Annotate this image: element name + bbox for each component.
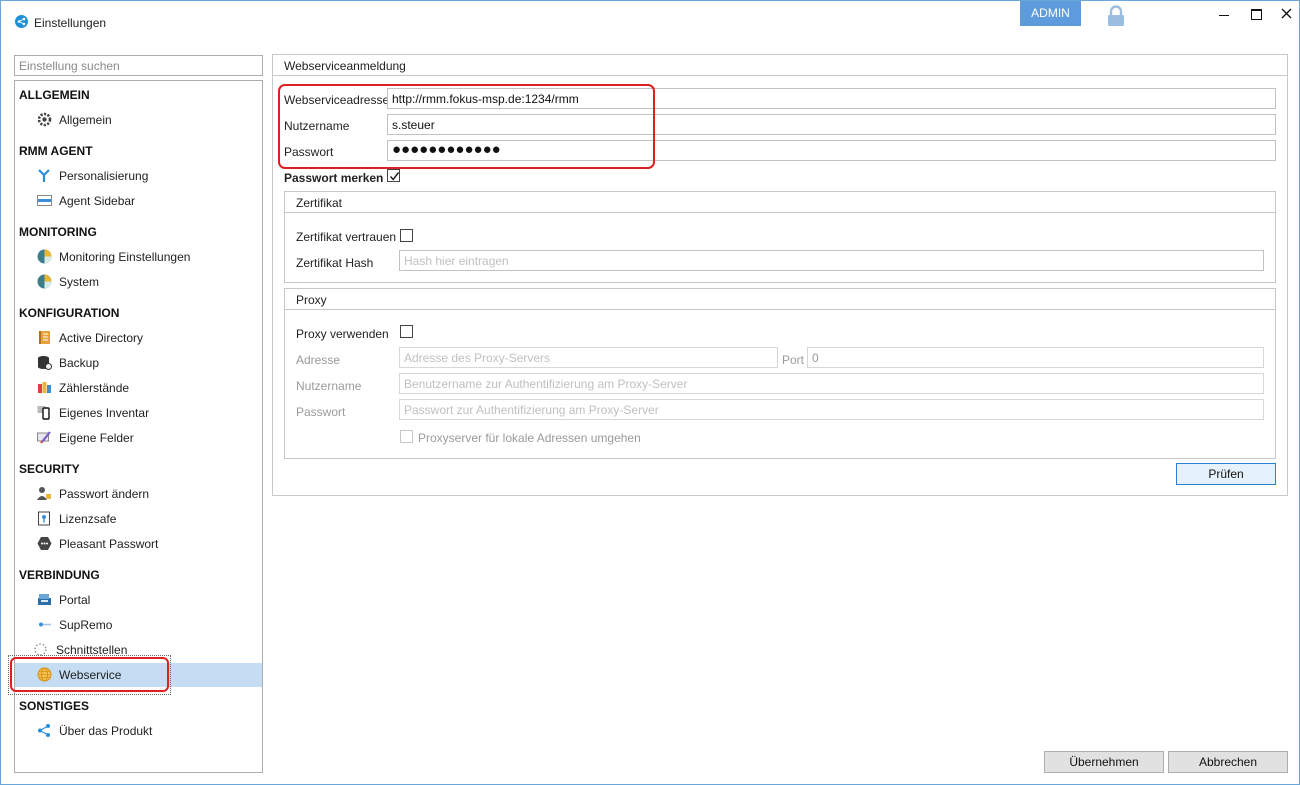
sidebar-item-eigenes-inventar[interactable]: Eigenes Inventar bbox=[15, 401, 262, 425]
section-verbindung: VERBINDUNG bbox=[19, 568, 100, 582]
section-sonstiges: SONSTIGES bbox=[19, 699, 90, 713]
sidebar-item-supremo[interactable]: SupRemo bbox=[15, 613, 262, 637]
proxy-port-label: Port bbox=[782, 353, 805, 367]
app-share-icon bbox=[15, 15, 28, 28]
sidebar-item-label: Eigenes Inventar bbox=[59, 406, 150, 420]
maximize-button[interactable] bbox=[1246, 6, 1266, 22]
proxy-username-label: Nutzername bbox=[296, 379, 362, 393]
device-icon bbox=[37, 405, 52, 420]
section-rmm-agent: RMM AGENT bbox=[19, 144, 93, 158]
portal-icon bbox=[37, 592, 52, 607]
database-icon bbox=[37, 355, 52, 370]
section-monitoring: MONITORING bbox=[19, 225, 97, 239]
proxy-address-input[interactable] bbox=[399, 347, 778, 368]
system-icon bbox=[37, 274, 52, 289]
sidebar-icon bbox=[37, 193, 52, 208]
trust-certificate-checkbox[interactable] bbox=[400, 229, 413, 242]
remember-password-label: Passwort merken bbox=[284, 171, 384, 185]
trust-certificate-label: Zertifikat vertrauen bbox=[296, 230, 397, 244]
proxy-address-label: Adresse bbox=[296, 353, 341, 367]
sidebar-item-ueber-das-produkt[interactable]: Über das Produkt bbox=[15, 719, 262, 743]
certificate-hash-label: Zertifikat Hash bbox=[296, 256, 374, 270]
section-security: SECURITY bbox=[19, 462, 80, 476]
certificate-group-title: Zertifikat bbox=[285, 192, 1275, 213]
proxy-password-label: Passwort bbox=[296, 405, 346, 419]
sidebar-item-allgemein[interactable]: Allgemein bbox=[15, 108, 262, 132]
share-icon bbox=[37, 723, 52, 738]
sidebar-item-pleasant-passwort[interactable]: Pleasant Passwort bbox=[15, 532, 262, 556]
check-button[interactable]: Prüfen bbox=[1176, 463, 1276, 485]
section-konfiguration: KONFIGURATION bbox=[19, 306, 120, 320]
sidebar-item-label: Über das Produkt bbox=[59, 724, 153, 738]
sidebar-item-label: Lizenzsafe bbox=[59, 512, 117, 526]
sidebar-item-portal[interactable]: Portal bbox=[15, 588, 262, 612]
pleasant-icon bbox=[37, 536, 52, 551]
use-proxy-checkbox[interactable] bbox=[400, 325, 413, 338]
sidebar-item-label: Agent Sidebar bbox=[59, 194, 136, 208]
remember-password-checkbox[interactable] bbox=[387, 169, 400, 182]
remote-icon bbox=[37, 617, 52, 632]
gear-icon bbox=[37, 112, 52, 127]
sidebar-item-label: Eigene Felder bbox=[59, 431, 134, 445]
close-button[interactable] bbox=[1277, 6, 1297, 22]
sidebar-item-personalisierung[interactable]: Personalisierung bbox=[15, 164, 262, 188]
brush-icon bbox=[37, 168, 52, 183]
use-proxy-label: Proxy verwenden bbox=[296, 327, 389, 341]
sidebar-item-zaehlerstaende[interactable]: Zählerstände bbox=[15, 376, 262, 400]
sidebar-item-label: Personalisierung bbox=[59, 169, 149, 183]
sidebar-item-passwort-aendern[interactable]: Passwort ändern bbox=[15, 482, 262, 506]
sidebar-item-label: Backup bbox=[59, 356, 100, 370]
sidebar-item-active-directory[interactable]: Active Directory bbox=[15, 326, 262, 350]
sidebar-item-label: Portal bbox=[59, 593, 91, 607]
proxy-bypass-local-checkbox[interactable] bbox=[400, 430, 413, 443]
settings-search-input[interactable] bbox=[14, 55, 263, 76]
sidebar-item-lizenzsafe[interactable]: Lizenzsafe bbox=[15, 507, 262, 531]
credentials-highlight-annotation bbox=[278, 84, 655, 169]
license-icon bbox=[37, 511, 52, 526]
proxy-port-input[interactable] bbox=[807, 347, 1264, 368]
user-key-icon bbox=[37, 486, 52, 501]
proxy-bypass-local-label: Proxyserver für lokale Adressen umgehen bbox=[418, 431, 641, 445]
edit-icon bbox=[37, 430, 52, 445]
sidebar-item-agent-sidebar[interactable]: Agent Sidebar bbox=[15, 189, 262, 213]
sidebar-item-eigene-felder[interactable]: Eigene Felder bbox=[15, 426, 262, 450]
sidebar-item-label: System bbox=[59, 275, 100, 289]
sidebar-item-system[interactable]: System bbox=[15, 270, 262, 294]
admin-badge[interactable]: ADMIN bbox=[1020, 1, 1081, 26]
proxy-group-title: Proxy bbox=[285, 289, 1275, 310]
counter-icon bbox=[37, 380, 52, 395]
section-allgemein: ALLGEMEIN bbox=[19, 88, 90, 102]
sidebar-item-label: Allgemein bbox=[59, 113, 112, 127]
sidebar-item-backup[interactable]: Backup bbox=[15, 351, 262, 375]
lock-icon[interactable] bbox=[1106, 5, 1126, 27]
proxy-password-input[interactable] bbox=[399, 399, 1264, 420]
sidebar-item-label: Active Directory bbox=[59, 331, 144, 345]
certificate-hash-input[interactable] bbox=[399, 250, 1264, 271]
sidebar-item-monitoring-einstellungen[interactable]: Monitoring Einstellungen bbox=[15, 245, 262, 269]
sidebar-item-label: Pleasant Passwort bbox=[59, 537, 159, 551]
monitoring-icon bbox=[37, 249, 52, 264]
sidebar-item-label: Passwort ändern bbox=[59, 487, 150, 501]
settings-window: Einstellungen ADMIN ALLGEMEIN Allgemein … bbox=[0, 0, 1300, 785]
cancel-button[interactable]: Abbrechen bbox=[1168, 751, 1288, 773]
title-bar: Einstellungen ADMIN bbox=[1, 1, 1299, 43]
apply-button[interactable]: Übernehmen bbox=[1044, 751, 1164, 773]
minimize-button[interactable] bbox=[1214, 6, 1234, 22]
group-title: Webserviceanmeldung bbox=[273, 55, 1287, 76]
sidebar-item-label: SupRemo bbox=[59, 618, 113, 632]
sidebar-item-label: Zählerstände bbox=[59, 381, 130, 395]
window-title: Einstellungen bbox=[34, 16, 107, 30]
sidebar-item-label: Monitoring Einstellungen bbox=[59, 250, 191, 264]
directory-icon bbox=[37, 330, 52, 345]
webservice-highlight-annotation bbox=[10, 657, 169, 692]
proxy-username-input[interactable] bbox=[399, 373, 1264, 394]
